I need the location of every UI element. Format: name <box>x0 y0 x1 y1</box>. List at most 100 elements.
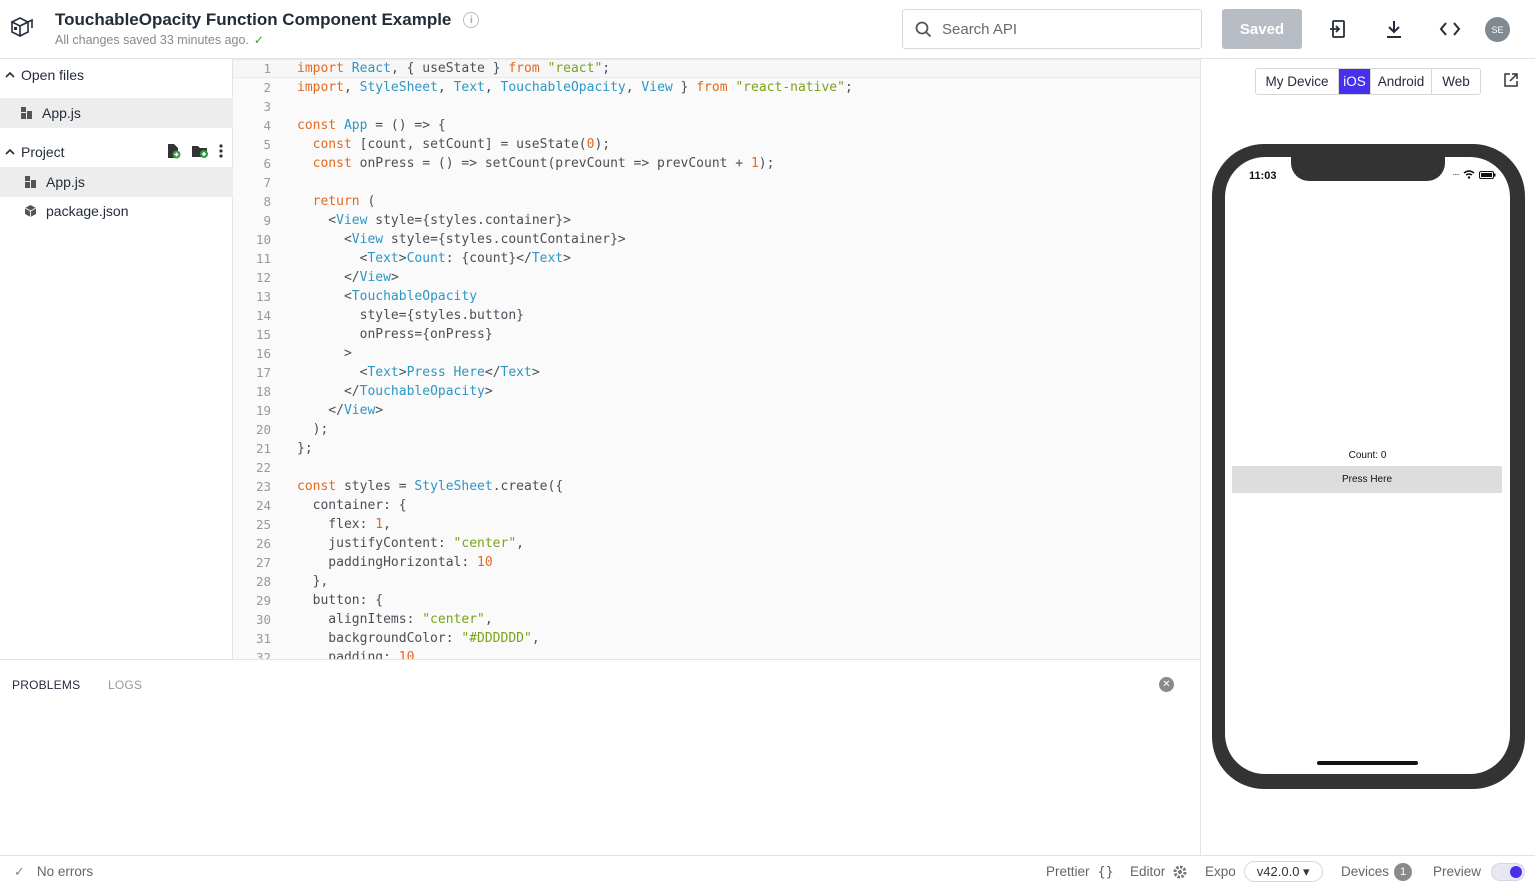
code-editor[interactable]: 1 import React, { useState } from "react"… <box>233 59 1200 659</box>
open-file-item[interactable]: App.js <box>0 98 233 128</box>
code-line[interactable]: 21}; <box>233 439 1200 458</box>
code-line[interactable]: 28 }, <box>233 572 1200 591</box>
expo-version-dropdown[interactable]: v42.0.0 ▾ <box>1243 861 1323 882</box>
code-line[interactable]: 13 <TouchableOpacity <box>233 287 1200 306</box>
code-line[interactable]: 2 import, StyleSheet, Text, TouchableOpac… <box>233 78 1200 97</box>
line-number: 32 <box>255 650 271 659</box>
project-label: Project <box>21 144 65 160</box>
count-text: Count: 0 <box>1348 450 1387 461</box>
errors-text: No errors <box>36 864 94 879</box>
line-number: 8 <box>263 194 271 209</box>
switch-knob <box>1510 865 1523 878</box>
line-number: 16 <box>255 346 271 361</box>
code-line[interactable]: 26 justifyContent: "center", <box>233 534 1200 553</box>
code-line[interactable]: 29 button: { <box>233 591 1200 610</box>
code-line[interactable]: 18 </TouchableOpacity> <box>233 382 1200 401</box>
line-number: 19 <box>255 403 271 418</box>
line-number: 6 <box>263 156 271 171</box>
code-line[interactable]: 12 </View> <box>233 268 1200 287</box>
new-file-icon[interactable] <box>165 143 181 162</box>
project-file-name: App.js <box>46 174 85 190</box>
prettier-label: Prettier <box>1046 864 1090 879</box>
code-text: flex: 1, <box>297 517 391 532</box>
code-text: <Text>Press Here</Text> <box>297 365 540 380</box>
code-line[interactable]: 19 </View> <box>233 401 1200 420</box>
tab-my-device[interactable]: My Device <box>1256 69 1339 94</box>
new-folder-icon[interactable] <box>191 143 209 162</box>
code-line[interactable]: 32 padding: 10 <box>233 648 1200 659</box>
code-text: > <box>297 346 352 361</box>
project-file-name: package.json <box>46 203 129 219</box>
search-input[interactable] <box>942 20 1182 38</box>
code-line[interactable]: 25 flex: 1, <box>233 515 1200 534</box>
open-files-header[interactable]: Open files <box>0 60 233 90</box>
info-icon[interactable]: i <box>463 12 480 28</box>
code-line[interactable]: 15 onPress={onPress} <box>233 325 1200 344</box>
editor-settings-button[interactable]: Editor <box>1130 856 1188 887</box>
line-number: 4 <box>263 118 271 133</box>
search-box[interactable] <box>902 9 1202 49</box>
code-text: <Text>Count: {count}</Text> <box>297 251 571 266</box>
more-options-icon[interactable] <box>219 144 223 161</box>
code-line[interactable]: 4 const App = () => { <box>233 116 1200 135</box>
line-number: 24 <box>255 498 271 513</box>
code-text: <TouchableOpacity <box>297 289 478 304</box>
package-icon <box>22 203 38 219</box>
code-line[interactable]: 24 container: { <box>233 496 1200 515</box>
press-here-button[interactable]: Press Here <box>1232 466 1502 493</box>
close-panel-icon[interactable]: ✕ <box>1159 677 1174 692</box>
code-line[interactable]: 27 paddingHorizontal: 10 <box>233 553 1200 572</box>
tab-web[interactable]: Web <box>1432 69 1480 94</box>
code-line[interactable]: 31 backgroundColor: "#DDDDDD", <box>233 629 1200 648</box>
code-line[interactable]: 1 import React, { useState } from "react"… <box>233 59 1200 78</box>
code-line[interactable]: 10 <View style={styles.countContainer}> <box>233 230 1200 249</box>
snack-logo-icon[interactable] <box>8 14 36 42</box>
errors-status[interactable]: ✓ No errors <box>14 856 93 887</box>
devices-button[interactable]: Devices 1 <box>1341 856 1413 887</box>
code-line[interactable]: 20 ); <box>233 420 1200 439</box>
project-file-item[interactable]: App.js <box>0 167 233 197</box>
tab-android[interactable]: Android <box>1371 69 1432 94</box>
tab-ios[interactable]: iOS <box>1339 69 1371 94</box>
code-line[interactable]: 23 const styles = StyleSheet.create({ <box>233 477 1200 496</box>
embed-code-icon[interactable] <box>1438 17 1462 41</box>
preview-toggle[interactable]: Preview <box>1433 856 1526 887</box>
tab-logs[interactable]: LOGS <box>108 678 142 692</box>
check-icon: ✓ <box>253 33 264 47</box>
js-file-icon <box>18 105 34 121</box>
project-file-item[interactable]: package.json <box>0 196 233 226</box>
phone-frame: 11:03 ···· Count: 0 Press Here <box>1212 144 1525 789</box>
code-line[interactable]: 17 <Text>Press Here</Text> <box>233 363 1200 382</box>
code-line[interactable]: 14 style={styles.button} <box>233 306 1200 325</box>
line-number: 29 <box>255 593 271 608</box>
device-preview: My Device iOS Android Web 11:03 ···· Cou… <box>1200 59 1535 855</box>
open-external-icon[interactable] <box>1503 72 1519 93</box>
code-line[interactable]: 3 <box>233 97 1200 116</box>
editor-label: Editor <box>1130 864 1166 879</box>
saved-button[interactable]: Saved <box>1222 9 1302 49</box>
project-title[interactable]: TouchableOpacity Function Component Exam… <box>55 10 451 30</box>
code-line[interactable]: 22 <box>233 458 1200 477</box>
code-line[interactable]: 11 <Text>Count: {count}</Text> <box>233 249 1200 268</box>
code-line[interactable]: 8 return ( <box>233 192 1200 211</box>
line-number: 14 <box>255 308 271 323</box>
download-icon[interactable] <box>1382 17 1406 41</box>
code-line[interactable]: 5 const [count, setCount] = useState(0); <box>233 135 1200 154</box>
expo-version-selector[interactable]: Expo v42.0.0 ▾ <box>1205 856 1323 887</box>
phone-status-icons: ···· <box>1452 170 1496 179</box>
open-in-device-icon[interactable] <box>1326 17 1350 41</box>
code-line[interactable]: 7 <box>233 173 1200 192</box>
gear-icon <box>1173 865 1187 878</box>
code-line[interactable]: 16 > <box>233 344 1200 363</box>
chevron-up-icon <box>5 71 17 79</box>
tab-problems[interactable]: PROBLEMS <box>12 678 80 692</box>
prettier-button[interactable]: Prettier {} <box>1046 856 1114 887</box>
project-header[interactable]: Project <box>0 137 233 167</box>
preview-switch[interactable] <box>1491 862 1526 881</box>
code-text: justifyContent: "center", <box>297 536 524 551</box>
code-line[interactable]: 9 <View style={styles.container}> <box>233 211 1200 230</box>
code-text: const onPress = () => setCount(prevCount… <box>312 156 775 171</box>
code-line[interactable]: 30 alignItems: "center", <box>233 610 1200 629</box>
code-line[interactable]: 6 const onPress = () => setCount(prevCou… <box>233 154 1200 173</box>
user-avatar[interactable]: SE <box>1485 17 1510 42</box>
